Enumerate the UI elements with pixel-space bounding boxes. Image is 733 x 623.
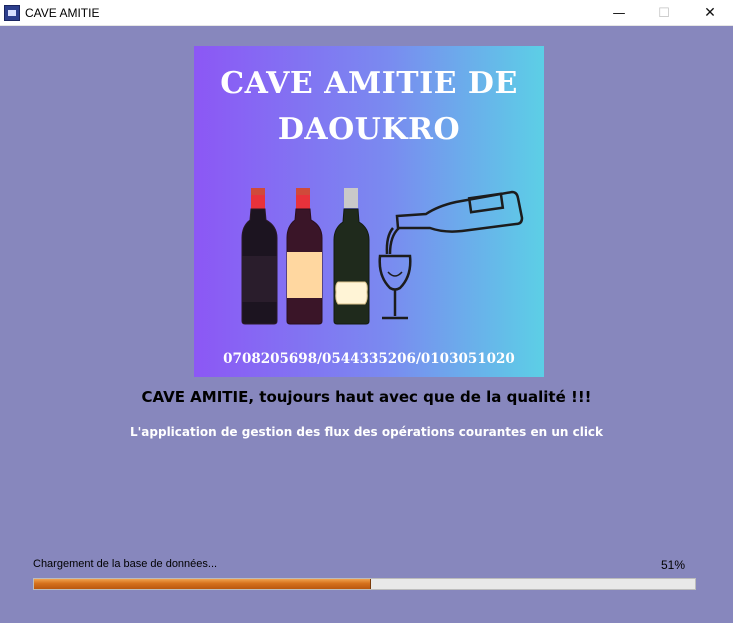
wine-bottle-icon xyxy=(286,188,323,325)
wine-bottle-icon xyxy=(333,188,370,325)
maximize-button[interactable]: ☐ xyxy=(641,0,687,26)
pouring-bottle-icon xyxy=(385,190,524,255)
minimize-button[interactable]: — xyxy=(596,0,642,26)
app-description: L'application de gestion des flux des op… xyxy=(129,425,604,439)
logo-title-line-1: CAVE AMITIE DE xyxy=(220,66,518,101)
close-button[interactable]: ✕ xyxy=(687,0,733,26)
logo-title-line-2: DAOUKRO xyxy=(277,112,461,147)
window-title: CAVE AMITIE xyxy=(25,6,100,20)
app-icon xyxy=(4,5,20,21)
progress-percent: 51% xyxy=(661,558,686,572)
slogan: CAVE AMITIE, toujours haut avec que de l… xyxy=(141,388,592,406)
progress-bar-fill xyxy=(34,579,372,589)
company-logo: CAVE AMITIE DE DAOUKRO 0708205698/054433… xyxy=(194,46,544,377)
wine-bottles-illustration xyxy=(241,188,524,325)
loading-status: Chargement de la base de données... xyxy=(33,558,218,570)
wine-glass-icon xyxy=(378,254,412,320)
logo-phone-numbers: 0708205698/0544335206/0103051020 xyxy=(223,351,515,367)
wine-bottle-icon xyxy=(241,188,278,325)
title-bar: CAVE AMITIE — ☐ ✕ xyxy=(0,0,733,26)
progress-bar xyxy=(33,578,696,590)
